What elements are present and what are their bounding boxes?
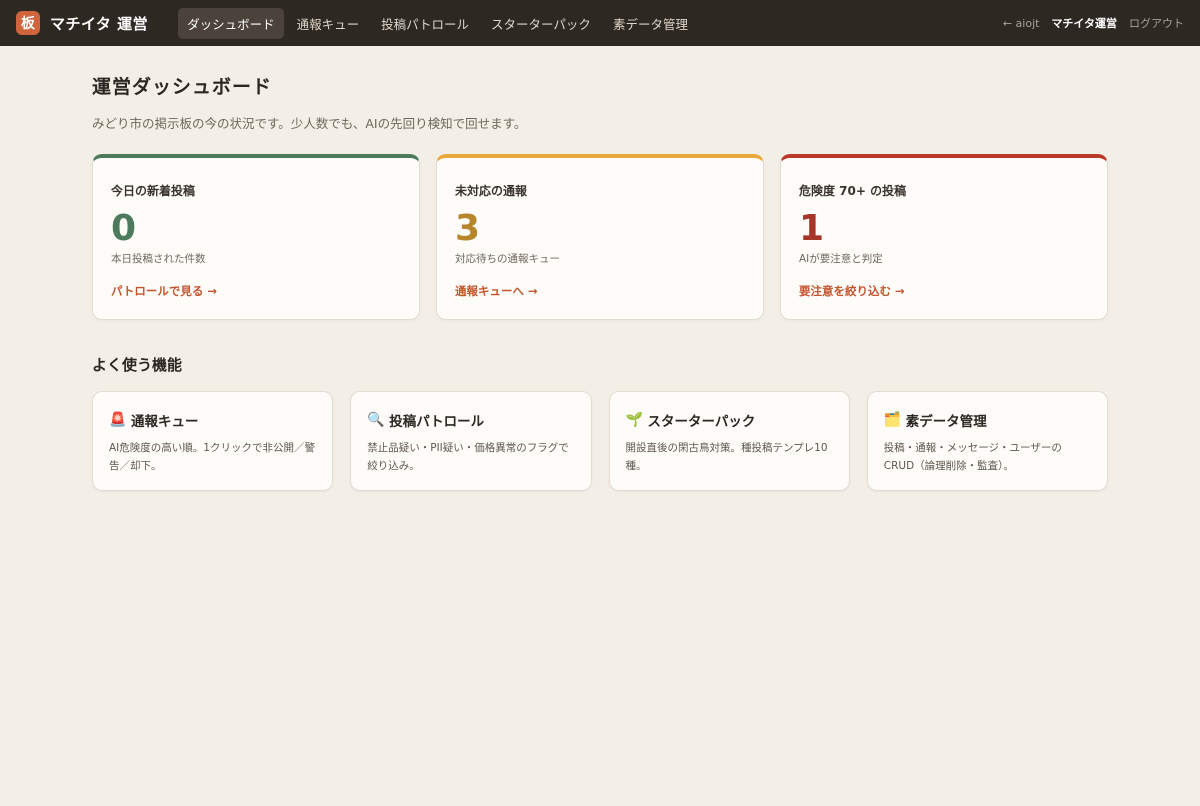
high-risk-filter-link[interactable]: 要注意を絞り込む →: [799, 283, 905, 299]
brand-logo-icon: 板: [16, 11, 40, 35]
user-area: ← aiojt マチイタ運営 ログアウト: [1003, 15, 1184, 31]
feature-head: 🚨 通報キュー: [109, 410, 316, 430]
nav-post-patrol[interactable]: 投稿パトロール: [372, 8, 478, 39]
top-navigation-bar: 板 マチイタ 運営 ダッシュボード 通報キュー 投稿パトロール スターターパック…: [0, 0, 1200, 46]
feature-card-starter-pack[interactable]: 🌱 スターターパック 開設直後の閑古鳥対策。種投稿テンプレ10種。: [608, 391, 850, 491]
feature-title: 通報キュー: [131, 414, 199, 430]
patrol-link[interactable]: パトロールで見る →: [111, 283, 217, 299]
brand-name: マチイタ 運営: [50, 14, 149, 33]
main-content: 運営ダッシュボード みどり市の掲示板の今の状況です。少人数でも、AIの先回り検知…: [92, 46, 1108, 491]
report-queue-link[interactable]: 通報キューへ →: [455, 283, 538, 299]
stat-value: 1: [799, 208, 825, 249]
feature-head: 🌱 スターターパック: [626, 410, 833, 430]
feature-head: 🗂️ 素データ管理: [884, 410, 1091, 430]
stat-card-high-risk-posts: 危険度 70+ の投稿 1 AIが要注意と判定 要注意を絞り込む →: [780, 154, 1108, 320]
page-title: 運営ダッシュボード: [92, 76, 273, 98]
nav-raw-data[interactable]: 素データ管理: [604, 8, 697, 39]
nav-report-queue[interactable]: 通報キュー: [288, 8, 369, 39]
stat-label: 今日の新着投稿: [111, 184, 196, 198]
main-nav: ダッシュボード 通報キュー 投稿パトロール スターターパック 素データ管理: [178, 7, 697, 39]
page-subtitle: みどり市の掲示板の今の状況です。少人数でも、AIの先回り検知で回せます。: [92, 116, 527, 131]
feature-description: 禁止品疑い・PII疑い・価格異常のフラグで絞り込み。: [367, 442, 569, 472]
logout-link[interactable]: ログアウト: [1129, 15, 1184, 31]
feature-head: 🔍 投稿パトロール: [367, 410, 574, 430]
feature-description: 投稿・通報・メッセージ・ユーザーのCRUD（論理削除・監査）。: [883, 442, 1062, 472]
feature-cards: 🚨 通報キュー AI危険度の高い順。1クリックで非公開／警告／却下。 🔍 投稿パ…: [92, 391, 1108, 491]
feature-description: AI危険度の高い順。1クリックで非公開／警告／却下。: [109, 442, 315, 472]
feature-card-post-patrol[interactable]: 🔍 投稿パトロール 禁止品疑い・PII疑い・価格異常のフラグで絞り込み。: [350, 391, 592, 491]
feature-card-report-queue[interactable]: 🚨 通報キュー AI危険度の高い順。1クリックで非公開／警告／却下。: [92, 391, 334, 491]
nav-dashboard[interactable]: ダッシュボード: [178, 7, 284, 39]
stat-description: 対応待ちの通報キュー: [455, 253, 560, 265]
feature-title: 投稿パトロール: [389, 414, 485, 430]
siren-icon: 🚨: [109, 412, 127, 428]
feature-description: 開設直後の閑古鳥対策。種投稿テンプレ10種。: [625, 442, 828, 472]
magnifier-icon: 🔍: [367, 412, 385, 428]
stat-card-new-posts: 今日の新着投稿 0 本日投稿された件数 パトロールで見る →: [92, 154, 420, 320]
stat-description: AIが要注意と判定: [799, 253, 883, 265]
stat-value: 3: [455, 208, 481, 249]
brand[interactable]: 板 マチイタ 運営: [16, 11, 148, 35]
stats-cards: 今日の新着投稿 0 本日投稿された件数 パトロールで見る → 未対応の通報 3 …: [92, 154, 1108, 320]
user-name: マチイタ運営: [1051, 17, 1117, 30]
stat-value: 0: [111, 208, 137, 249]
stat-description: 本日投稿された件数: [111, 253, 206, 265]
back-link[interactable]: ← aiojt: [1003, 17, 1040, 30]
stat-label: 危険度 70+ の投稿: [799, 184, 907, 198]
feature-card-raw-data[interactable]: 🗂️ 素データ管理 投稿・通報・メッセージ・ユーザーのCRUD（論理削除・監査）…: [866, 391, 1108, 491]
feature-title: 素データ管理: [905, 414, 987, 430]
seedling-icon: 🌱: [625, 412, 643, 428]
stat-card-open-reports: 未対応の通報 3 対応待ちの通報キュー 通報キューへ →: [436, 154, 764, 320]
section-title: よく使う機能: [92, 356, 183, 374]
folder-dividers-icon: 🗂️: [883, 412, 902, 428]
stat-label: 未対応の通報: [455, 184, 528, 198]
nav-starter-pack[interactable]: スターターパック: [482, 8, 600, 39]
feature-title: スターターパック: [647, 414, 756, 430]
